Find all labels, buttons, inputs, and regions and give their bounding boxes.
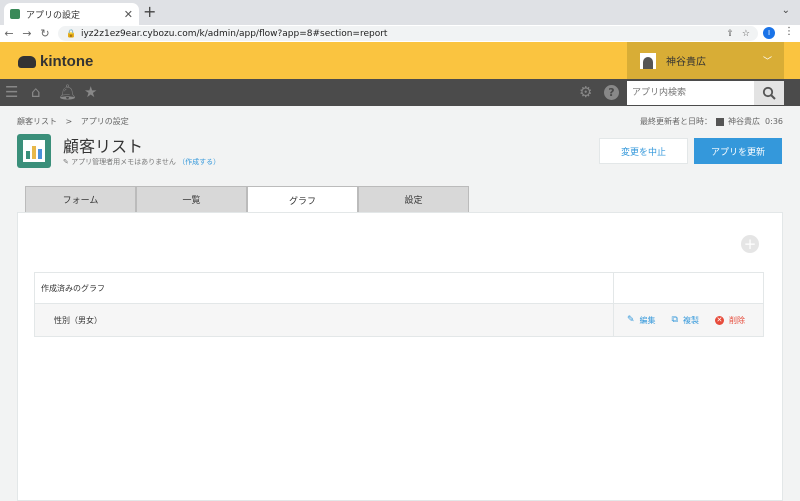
breadcrumb-current: アプリの設定 [80,117,129,126]
user-icon [716,117,725,126]
graph-list-table: 作成済みのグラフ 性別（男女） ✎ 編集 ⧉ 複製 ✕ 削除 [34,272,764,337]
edit-label: 編集 [639,315,656,325]
app-chart-icon [17,134,51,168]
delete-x-icon: ✕ [714,315,724,325]
home-icon[interactable]: ⌂ [31,84,41,101]
edit-graph-button[interactable]: ✎ 編集 [627,315,656,326]
tab-form[interactable]: フォーム [25,186,136,212]
settings-tabs: フォーム 一覧 グラフ 設定 [25,186,469,213]
page-title: 顧客リスト [63,137,144,156]
tab-search-chevron-icon[interactable]: ⌄ [782,5,790,16]
cancel-changes-button[interactable]: 変更を中止 [599,138,688,164]
breadcrumb-app-link[interactable]: 顧客リスト [17,117,57,126]
close-tab-icon[interactable]: ✕ [124,8,133,21]
copy-icon: ⧉ [671,315,678,325]
browser-tab[interactable]: アプリの設定 ✕ [4,3,139,25]
memo-text: アプリ管理者用メモはありません [71,158,176,166]
chevron-down-icon: ﹀ [762,57,772,67]
last-updated: 最終更新者と日時： 神谷貴広 0:36 [640,116,783,127]
graph-settings-panel [17,212,783,501]
user-menu[interactable]: 神谷貴広 ﹀ [627,42,784,79]
browser-toolbar: ← → ↻ 🔒 iyz2z1ez9ear.cybozu.com/k/admin/… [0,25,800,42]
browser-tabbar: アプリの設定 ✕ + ⌄ [0,0,800,25]
search-icon [762,86,776,100]
kintone-logo[interactable]: kintone [18,53,93,70]
breadcrumb-separator: > [65,117,73,126]
kintone-logo-text: kintone [40,53,94,70]
last-updated-label: 最終更新者と日時： [640,117,713,126]
user-avatar-icon [640,52,656,69]
app-search-input[interactable] [627,81,754,105]
notification-bell-icon[interactable]: 🔔︎ [58,84,77,101]
table-row: 性別（男女） ✎ 編集 ⧉ 複製 ✕ 削除 [34,303,764,337]
favorites-star-icon[interactable]: ★ [84,84,97,101]
address-bar[interactable]: 🔒 iyz2z1ez9ear.cybozu.com/k/admin/app/fl… [58,26,758,41]
memo-icon: ✎ [63,158,69,166]
create-memo-link[interactable]: （作成する） [178,158,220,166]
user-name: 神谷貴広 [666,57,706,68]
last-updated-user[interactable]: 神谷貴広 [728,116,760,127]
profile-avatar-icon[interactable]: I [763,27,775,39]
tab-list[interactable]: 一覧 [136,186,247,212]
share-icon[interactable]: ⇪ [726,29,734,39]
add-graph-icon[interactable]: + [741,235,759,253]
bookmark-star-icon[interactable]: ☆ [742,29,750,39]
back-icon[interactable]: ← [0,27,18,40]
graph-list-header: 作成済みのグラフ [34,272,614,304]
forward-icon[interactable]: → [18,27,36,40]
graph-list-header-actions [613,272,764,304]
url-text[interactable]: iyz2z1ez9ear.cybozu.com/k/admin/app/flow… [81,29,718,39]
admin-memo: ✎ アプリ管理者用メモはありません （作成する） [63,157,220,167]
copy-graph-button[interactable]: ⧉ 複製 [672,315,699,326]
breadcrumb: 顧客リスト > アプリの設定 [17,116,129,127]
last-updated-time: 0:36 [765,117,783,126]
search-button[interactable] [754,81,784,105]
browser-menu-icon[interactable]: ⋮ [784,26,794,37]
help-icon[interactable]: ? [604,85,619,100]
copy-label: 複製 [682,315,699,325]
browser-tab-title: アプリの設定 [26,10,81,21]
delete-graph-button[interactable]: ✕ 削除 [714,315,745,326]
pencil-icon: ✎ [627,315,635,325]
tab-graph[interactable]: グラフ [247,186,358,213]
update-app-button[interactable]: アプリを更新 [694,138,782,164]
settings-gear-icon[interactable]: ⚙ [579,84,592,101]
graph-actions-cell: ✎ 編集 ⧉ 複製 ✕ 削除 [613,303,764,337]
lock-icon: 🔒 [66,29,76,38]
kintone-logo-icon [18,55,36,68]
kintone-favicon-icon [10,9,20,19]
new-tab-icon[interactable]: + [143,4,156,20]
graph-name: 性別（男女） [34,303,614,337]
tab-settings[interactable]: 設定 [358,186,469,212]
reload-icon[interactable]: ↻ [36,27,54,40]
menu-icon[interactable]: ☰ [5,84,18,101]
delete-label: 削除 [728,315,745,325]
